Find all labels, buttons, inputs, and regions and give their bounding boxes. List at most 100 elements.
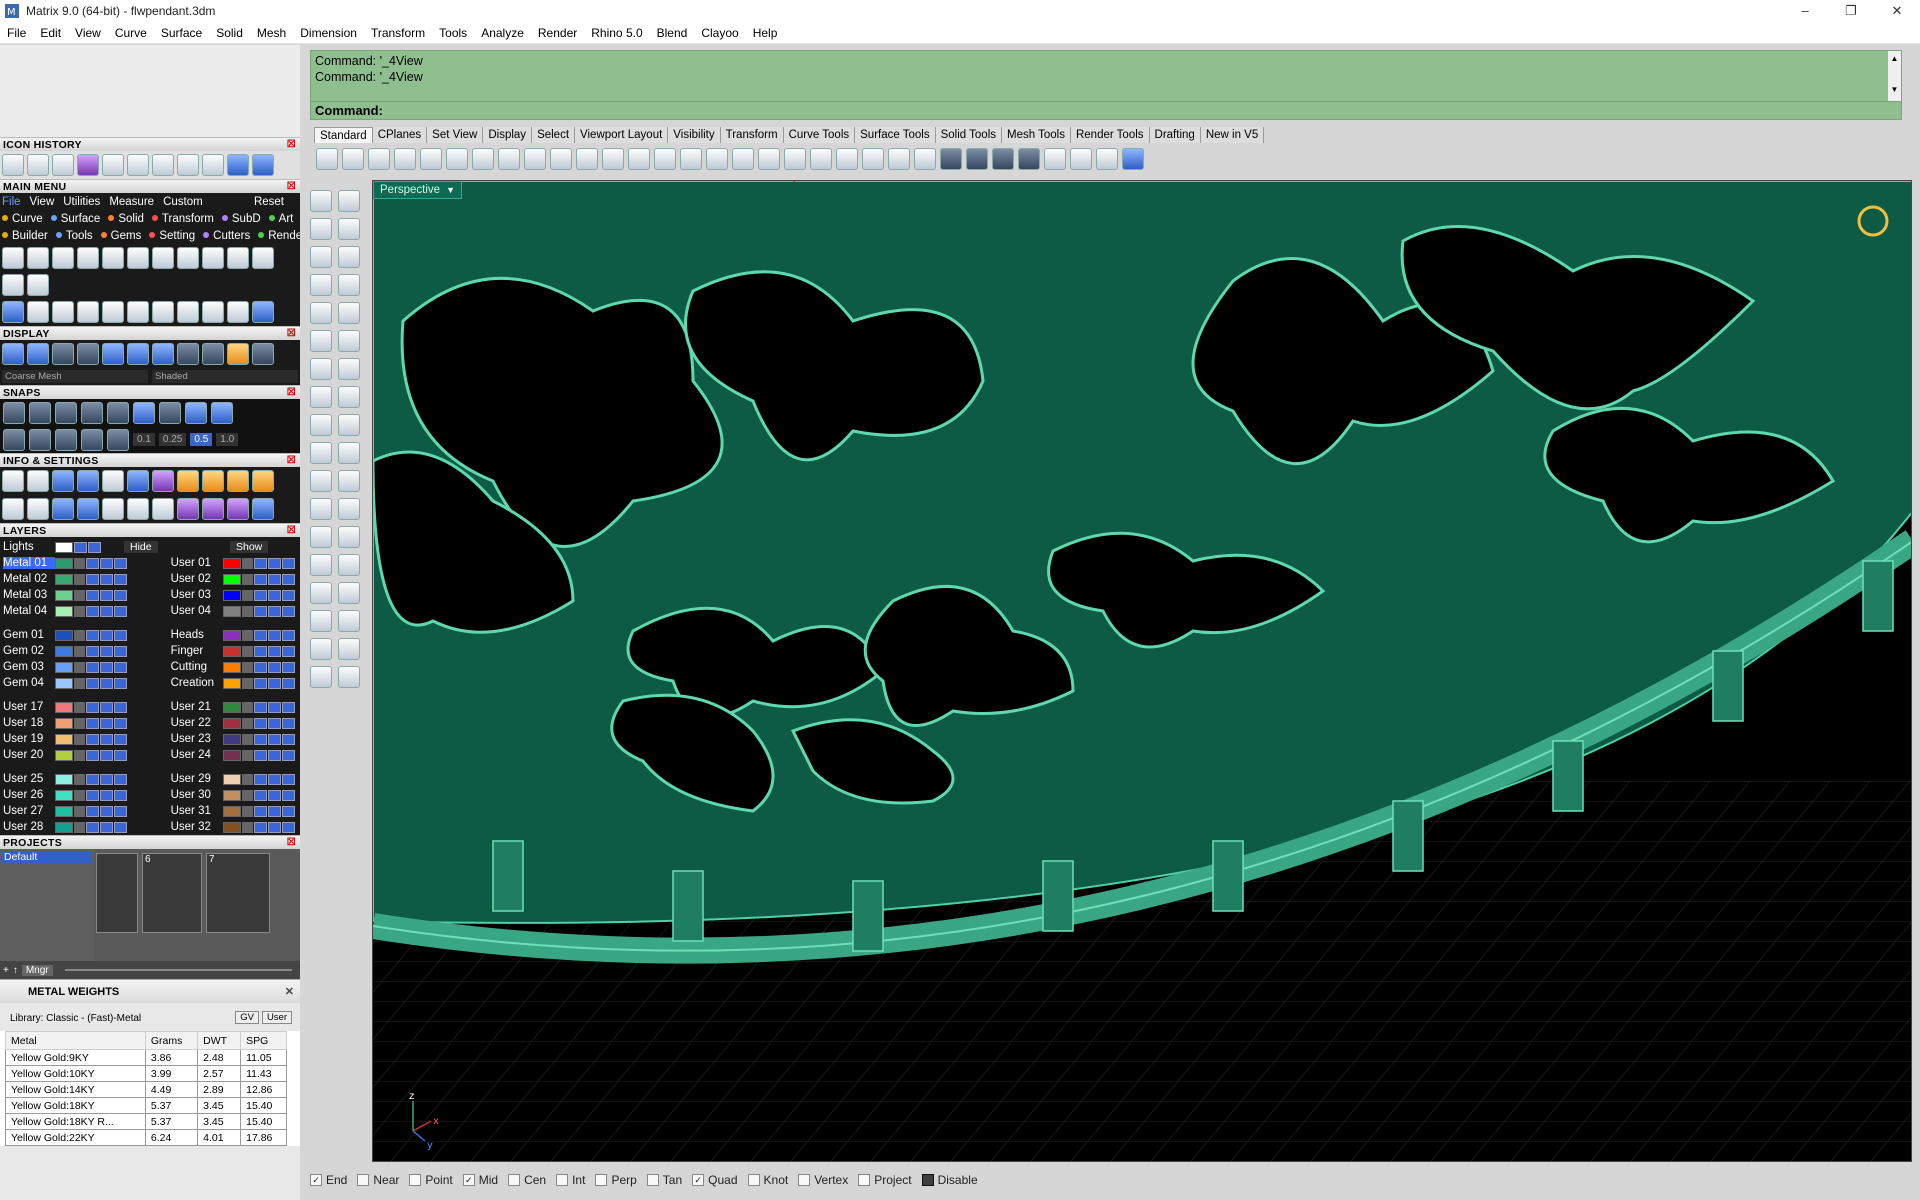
layer-color-swatch[interactable] (222, 805, 241, 817)
lock-icon[interactable] (74, 821, 85, 833)
new-icon[interactable] (2, 247, 24, 269)
filter-icon[interactable] (102, 498, 124, 520)
open-icon[interactable] (202, 154, 224, 176)
menu-rhino-5-0[interactable]: Rhino 5.0 (584, 26, 649, 40)
layer-color-swatch[interactable] (55, 733, 73, 745)
lock-icon[interactable] (241, 701, 253, 713)
show-button[interactable]: Show (230, 541, 269, 553)
layer-toggle[interactable] (114, 773, 127, 785)
layer-name[interactable]: User 30 (171, 789, 223, 801)
menu-analyze[interactable]: Analyze (474, 26, 531, 40)
scale-icon[interactable] (127, 301, 149, 323)
visibility-toggle[interactable] (253, 557, 267, 569)
plane-icon[interactable] (27, 498, 49, 520)
lock-icon[interactable] (888, 148, 910, 170)
rail-icon[interactable] (52, 301, 74, 323)
export-icon[interactable] (77, 247, 99, 269)
layer-color-swatch[interactable] (222, 677, 241, 689)
menu-tools[interactable]: Tools (432, 26, 474, 40)
layer-color-swatch[interactable] (222, 749, 241, 761)
tab-render-tools[interactable]: Render Tools (1070, 127, 1150, 143)
snap-quad-icon[interactable] (211, 401, 233, 424)
menu-surface[interactable]: Surface (154, 26, 209, 40)
layer-toggle[interactable] (281, 661, 295, 673)
checkbox[interactable]: ✓ (310, 1174, 322, 1186)
menu-help[interactable]: Help (746, 26, 785, 40)
layer-color-swatch[interactable] (222, 589, 241, 601)
layer-item[interactable]: Metal 01 (0, 557, 168, 569)
layer-name[interactable]: Creation (171, 677, 223, 689)
visibility-toggle[interactable] (86, 589, 99, 601)
checkbox[interactable]: ✓ (692, 1174, 705, 1186)
mesh-icon[interactable] (310, 666, 332, 688)
light-icon[interactable] (27, 343, 49, 365)
sphere-render-icon[interactable] (1018, 148, 1040, 170)
close-icon[interactable]: ☒ (287, 138, 296, 152)
main-menu-tab-measure[interactable]: Measure (109, 196, 154, 208)
tab-drafting[interactable]: Drafting (1149, 127, 1201, 143)
print-toggle[interactable] (267, 805, 281, 817)
visibility-toggle[interactable] (253, 773, 267, 785)
print-toggle[interactable] (100, 701, 113, 713)
gold-icon[interactable] (227, 343, 249, 365)
perspective-viewport[interactable]: Perspective ▼ z x y (372, 180, 1912, 1162)
close-icon[interactable]: ☒ (287, 524, 296, 538)
category-surface[interactable]: Surface (50, 213, 105, 225)
layer-toggle[interactable] (114, 557, 127, 569)
lock-icon[interactable] (74, 645, 85, 657)
layer-toggle[interactable] (114, 805, 127, 817)
grid-icon[interactable] (2, 343, 24, 365)
checkbox[interactable] (858, 1174, 871, 1186)
lock-icon[interactable] (74, 701, 85, 713)
layer-color-swatch[interactable] (55, 773, 73, 785)
visibility-toggle[interactable] (86, 733, 99, 745)
osnap-project[interactable]: Project (858, 1173, 912, 1187)
options-icon[interactable] (2, 470, 24, 492)
main-menu-tab-file[interactable]: File (2, 196, 21, 208)
curve-icon[interactable] (27, 301, 49, 323)
shade-icon[interactable] (152, 343, 174, 365)
layer-color-swatch[interactable] (55, 605, 73, 617)
layer-color-swatch[interactable] (222, 789, 241, 801)
array-icon[interactable] (77, 301, 99, 323)
osnap-knot[interactable]: Knot (747, 1173, 788, 1187)
print-toggle[interactable] (100, 789, 113, 801)
visibility-toggle[interactable] (86, 677, 99, 689)
split-icon[interactable] (338, 470, 360, 492)
cylinder-icon[interactable] (310, 414, 332, 436)
print-toggle[interactable] (267, 677, 281, 689)
ring-icon[interactable] (102, 154, 124, 176)
forward-arrow-icon[interactable] (252, 154, 274, 176)
scene-icon[interactable] (202, 498, 224, 520)
layer-toggle[interactable] (281, 701, 295, 713)
checkbox[interactable] (556, 1174, 569, 1186)
main-menu-tab-view[interactable]: View (30, 196, 55, 208)
lock-icon[interactable] (241, 805, 253, 817)
back-arrow-icon[interactable] (227, 154, 249, 176)
four-view-icon[interactable] (732, 148, 754, 170)
lock-icon[interactable] (241, 661, 253, 673)
text-icon[interactable] (338, 638, 360, 660)
reset-button[interactable]: Reset (254, 196, 284, 208)
network-icon[interactable] (77, 154, 99, 176)
minimize-button[interactable]: – (1782, 0, 1828, 22)
frame-icon[interactable] (252, 470, 274, 492)
layer-color-swatch[interactable] (55, 701, 73, 713)
layer-toggle[interactable] (281, 589, 295, 601)
layer-color-swatch[interactable] (55, 645, 73, 657)
table-row[interactable]: Yellow Gold:22KY 6.24 4.01 17.86 (5, 1129, 287, 1146)
arc-icon[interactable] (310, 274, 332, 296)
bezel-icon[interactable] (227, 301, 249, 323)
layer-toggle[interactable] (281, 573, 295, 585)
print-toggle[interactable] (267, 661, 281, 673)
column-header[interactable]: SPG (240, 1031, 287, 1050)
select-icon[interactable] (1096, 148, 1118, 170)
settings-icon[interactable] (27, 154, 49, 176)
windows-icon[interactable] (2, 498, 24, 520)
image-icon[interactable] (202, 470, 224, 492)
cube-icon[interactable] (152, 470, 174, 492)
tool-icon[interactable] (127, 498, 149, 520)
dropdown-icon[interactable]: ▼ (446, 185, 455, 195)
layer-item[interactable]: Gem 04 (0, 677, 168, 689)
layer-name[interactable]: Gem 02 (3, 645, 55, 657)
